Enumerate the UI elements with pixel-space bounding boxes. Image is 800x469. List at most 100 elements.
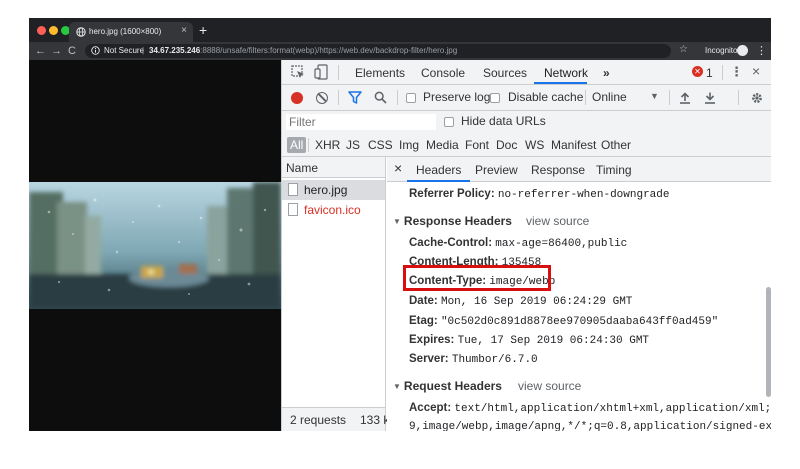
toolbar-divider (338, 65, 339, 80)
header-value: text/html,application/xhtml+xml,applicat… (454, 403, 771, 415)
header-key: Date: (409, 295, 438, 307)
detail-scrollbar[interactable] (766, 287, 771, 397)
request-header-value-continued: 9,image/webp,image/apng,*/*;q=0.8,applic… (409, 421, 771, 431)
record-button[interactable] (291, 92, 303, 104)
minimize-window-button[interactable] (49, 26, 58, 35)
header-key: Server: (409, 353, 449, 365)
content-type-highlight (403, 265, 551, 291)
filter-row: Hide data URLs (282, 111, 771, 133)
more-tabs-button[interactable]: » (603, 66, 610, 80)
type-filter-css[interactable]: CSS (368, 138, 393, 152)
type-filter-font[interactable]: Font (465, 138, 489, 152)
tab-network[interactable]: Network (544, 66, 588, 80)
hero-image (29, 182, 281, 309)
tab-elements[interactable]: Elements (355, 66, 405, 80)
name-column-label: Name (286, 161, 319, 175)
preserve-log-checkbox[interactable] (406, 93, 416, 103)
response-header-row: Etag: "0c502d0c891d8878ee970905daaba643f… (409, 315, 718, 328)
file-icon (288, 203, 298, 216)
tab-strip: hero.jpg (1600×800) × + (29, 18, 771, 42)
address-bar[interactable]: Not Secure | 34.67.235.246:8888/unsafe/f… (85, 44, 671, 58)
header-value: Thumbor/6.7.0 (451, 354, 538, 366)
tab-preview[interactable]: Preview (475, 163, 518, 177)
type-filter-manifest[interactable]: Manifest (551, 138, 596, 152)
type-filter-doc[interactable]: Doc (496, 138, 517, 152)
throttle-select[interactable]: Online (592, 90, 627, 104)
tab-response[interactable]: Response (531, 163, 585, 177)
bookmark-star-icon[interactable]: ☆ (679, 44, 688, 55)
gear-icon[interactable] (750, 91, 764, 105)
url-separator: | (142, 46, 145, 55)
browser-tab[interactable]: hero.jpg (1600×800) × (69, 22, 193, 42)
header-value: "0c502d0c891d8878ee970905daaba643ff0ad45… (440, 316, 719, 328)
devtools-menu-icon[interactable]: ⋮ (730, 64, 743, 80)
header-value: max-age=86400,public (495, 238, 628, 250)
disable-cache-checkbox[interactable] (490, 93, 500, 103)
tab-console[interactable]: Console (421, 66, 465, 80)
clear-button[interactable] (316, 92, 328, 104)
request-headers-section[interactable]: ▼ Request Headers (393, 379, 502, 393)
section-title: Response Headers (403, 214, 512, 228)
type-filter-other[interactable]: Other (601, 138, 631, 152)
info-icon[interactable] (91, 46, 100, 55)
toolbar-divider (338, 90, 339, 105)
browser-menu-icon[interactable]: ⋮ (756, 44, 767, 57)
hide-data-urls-checkbox[interactable] (444, 117, 454, 127)
incognito-label: Incognito (705, 46, 738, 55)
toolbar-divider (738, 90, 739, 105)
network-toolbar: Preserve log Disable cache Online ▼ (282, 85, 771, 111)
devtools-close-button[interactable]: × (752, 63, 760, 79)
url-text[interactable]: 34.67.235.246:8888/unsafe/filters:format… (149, 44, 457, 58)
device-toolbar-icon[interactable] (314, 64, 328, 80)
request-row-favicon[interactable]: favicon.ico (282, 200, 385, 220)
tab-timing[interactable]: Timing (596, 163, 632, 177)
view-source-link[interactable]: view source (518, 379, 581, 393)
type-filter-all[interactable]: All (287, 137, 307, 153)
expand-triangle-icon: ▼ (393, 382, 401, 391)
error-icon[interactable]: ✕ (692, 66, 703, 77)
export-har-icon[interactable] (704, 91, 716, 104)
hide-data-urls-label: Hide data URLs (461, 114, 546, 128)
error-count[interactable]: 1 (706, 66, 713, 80)
request-row-hero[interactable]: hero.jpg (282, 180, 385, 200)
devtools-tab-bar: Elements Console Sources Network » ✕ 1 ⋮… (282, 60, 771, 85)
filter-icon[interactable] (348, 91, 362, 104)
back-button[interactable]: ← (35, 43, 46, 59)
request-name: hero.jpg (304, 183, 348, 197)
type-filter-ws[interactable]: WS (525, 138, 544, 152)
file-icon (288, 183, 298, 196)
tab-headers[interactable]: Headers (416, 163, 461, 177)
view-source-link[interactable]: view source (526, 214, 589, 228)
type-filter-media[interactable]: Media (426, 138, 459, 152)
type-filter-xhr[interactable]: XHR (315, 138, 340, 152)
toolbar-divider (397, 90, 398, 105)
request-header-row: Accept: text/html,application/xhtml+xml,… (409, 402, 771, 415)
rainy-street-image (29, 182, 281, 309)
forward-button[interactable]: → (51, 43, 62, 59)
tab-sources[interactable]: Sources (483, 66, 527, 80)
detail-close-icon[interactable]: × (394, 160, 402, 176)
reload-button[interactable]: C (68, 43, 76, 59)
response-headers-section[interactable]: ▼ Response Headers (393, 214, 512, 228)
filter-input[interactable] (286, 114, 436, 130)
incognito-icon[interactable] (737, 45, 748, 56)
response-header-row: Cache-Control: max-age=86400,public (409, 237, 627, 250)
name-column-header[interactable]: Name (282, 157, 385, 178)
inspect-element-icon[interactable] (291, 65, 305, 79)
type-filter-img[interactable]: Img (399, 138, 419, 152)
section-title: Request Headers (403, 379, 502, 393)
type-filter-js[interactable]: JS (346, 138, 360, 152)
close-window-button[interactable] (37, 26, 46, 35)
tab-close-icon[interactable]: × (181, 25, 187, 36)
search-icon[interactable] (374, 91, 387, 104)
request-list: Name hero.jpg favicon.ico 2 requests 133… (282, 157, 390, 431)
preserve-log-label: Preserve log (423, 90, 491, 104)
request-count: 2 requests (290, 413, 347, 427)
chevron-down-icon[interactable]: ▼ (650, 91, 659, 101)
import-har-icon[interactable] (679, 91, 691, 104)
new-tab-button[interactable]: + (199, 22, 207, 38)
active-detail-tab-indicator (407, 180, 470, 182)
url-path: :8888/unsafe/filters:format(webp)/https:… (200, 46, 458, 55)
transferred-size: 133 k (360, 413, 390, 427)
response-header-row: Date: Mon, 16 Sep 2019 06:24:29 GMT (409, 295, 632, 308)
